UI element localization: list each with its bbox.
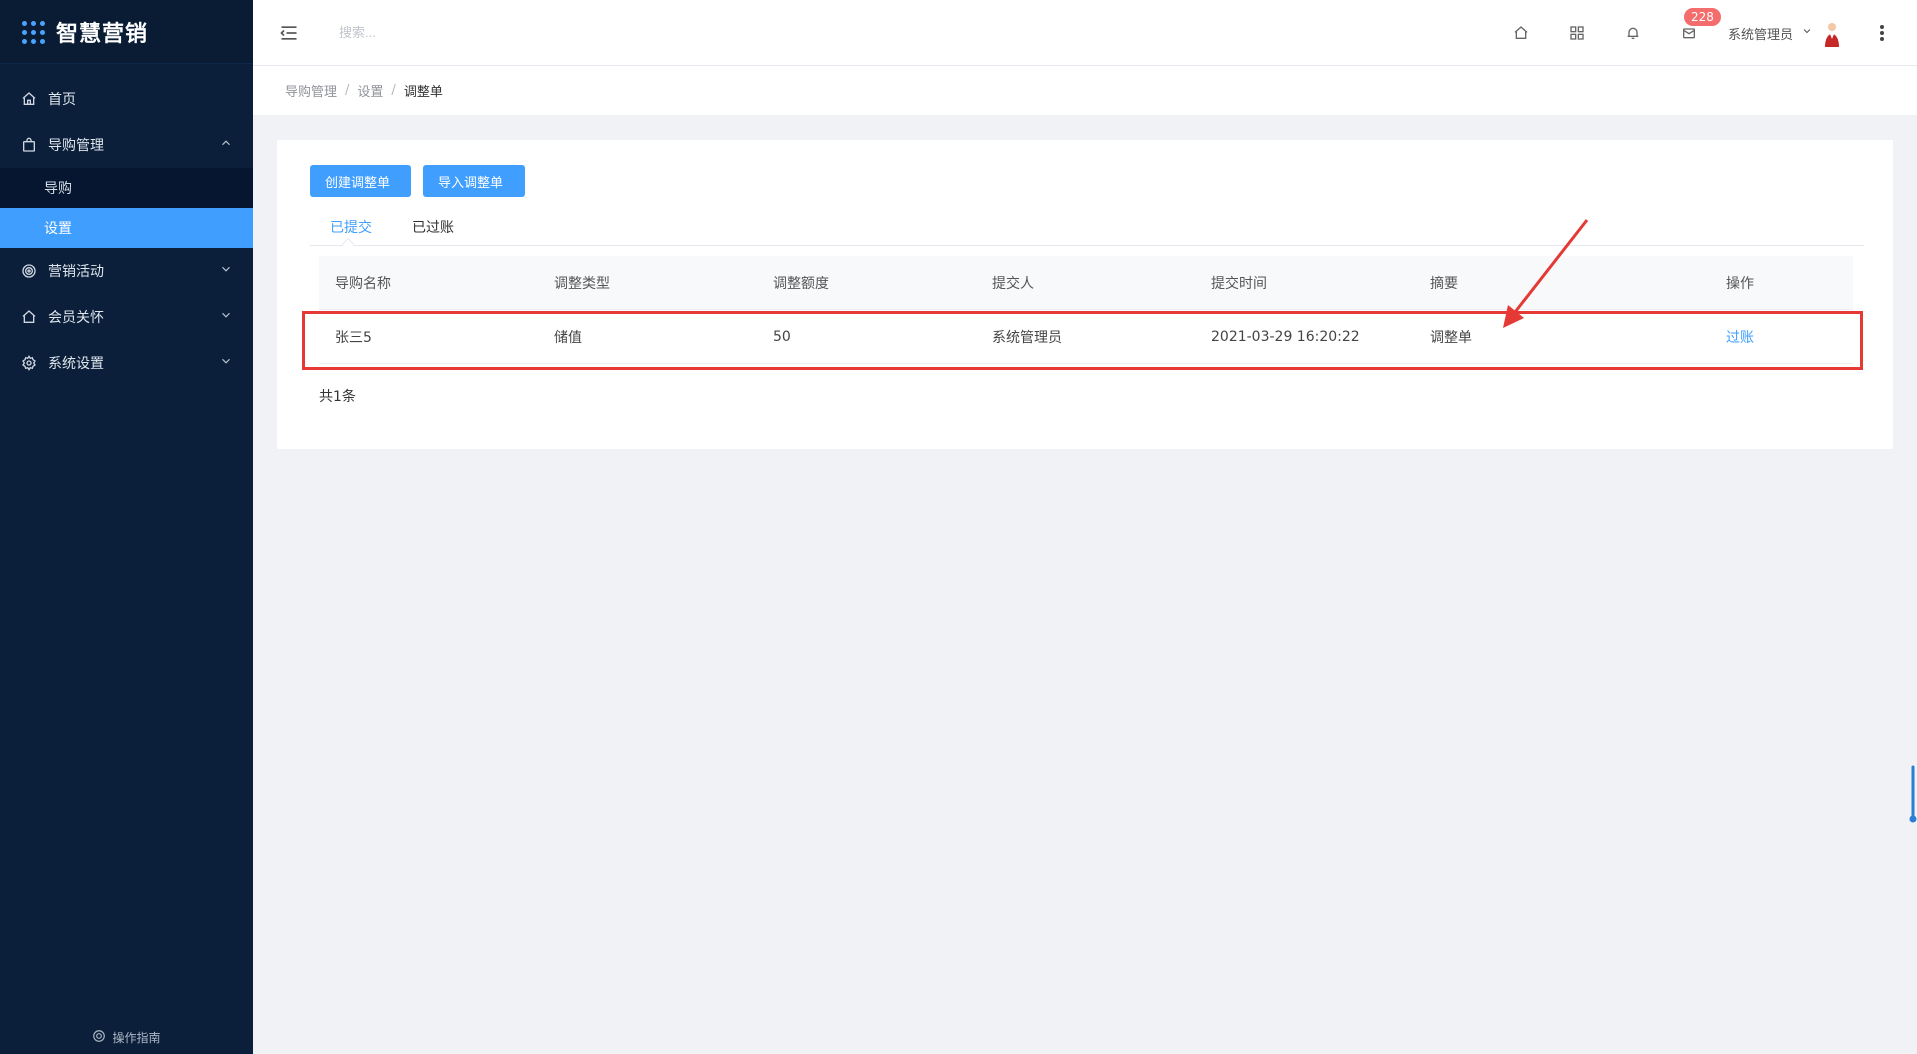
bell-icon[interactable] (1616, 16, 1650, 50)
menu-toggle-icon[interactable] (275, 19, 303, 47)
user-name: 系统管理员 (1727, 27, 1793, 43)
home-icon (20, 90, 38, 108)
user-menu[interactable]: 系统管理员 (1728, 19, 1843, 47)
column-header: 提交时间 (1211, 275, 1267, 292)
column-header: 摘要 (1430, 275, 1458, 292)
more-vertical-icon[interactable] (1865, 16, 1899, 50)
breadcrumb-item[interactable]: 设置 (357, 81, 383, 100)
sidebar-menu: 首页 导购管理 导购 设置 营销活动 会员关怀 系统设置 (0, 76, 253, 386)
cell-submitter: 系统管理员 (992, 329, 1062, 346)
sidebar-item-label: 系统设置 (48, 356, 104, 372)
column-header: 调整额度 (773, 275, 829, 292)
breadcrumb-current: 调整单 (403, 85, 443, 100)
submenu-guide-management: 导购 设置 (0, 168, 253, 248)
message-icon[interactable]: 228 (1672, 8, 1721, 50)
cell-type: 储值 (554, 329, 582, 346)
cell-name: 张三5 (335, 329, 372, 346)
breadcrumb: 导购管理 / 设置 / 调整单 (253, 66, 1917, 116)
column-header: 调整类型 (554, 275, 610, 292)
sidebar-item-marketing[interactable]: 营销活动 (0, 248, 253, 294)
gear-icon (20, 354, 38, 372)
target-icon (20, 262, 38, 280)
top-header: 228 系统管理员 (253, 0, 1917, 66)
column-header: 提交人 (992, 275, 1034, 292)
chevron-down-icon (219, 308, 233, 326)
sidebar-item-guide-management[interactable]: 导购管理 (0, 122, 253, 168)
grid-icon[interactable] (1560, 16, 1594, 50)
table-row: 张三5 储值 50 系统管理员 2021-03-29 16:20:22 调整单 … (319, 310, 1853, 364)
tab-posted[interactable]: 已过账 (392, 209, 474, 245)
adjustment-table: 导购名称 调整类型 调整额度 提交人 提交时间 摘要 操作 张三5 储值 50 … (319, 256, 1853, 364)
sidebar-item-label: 首页 (48, 92, 76, 108)
sidebar: 智慧营销 首页 导购管理 导购 设置 营销活动 会员关怀 系统设置 操作指南 (0, 0, 253, 1054)
sidebar-item-label: 导购管理 (48, 138, 104, 154)
home-icon (20, 308, 38, 326)
operation-guide-link[interactable]: 操作指南 (0, 1029, 253, 1046)
sidebar-item-label: 营销活动 (48, 264, 104, 280)
breadcrumb-separator: / (391, 83, 396, 98)
total-count: 共1条 (319, 389, 356, 405)
cell-time: 2021-03-29 16:20:22 (1211, 328, 1360, 345)
column-header: 操作 (1726, 275, 1754, 292)
status-tabs: 已提交 已过账 (310, 210, 1864, 246)
apps-grid-icon (22, 20, 45, 44)
tab-submitted[interactable]: 已提交 (310, 209, 392, 245)
create-adjustment-button[interactable]: 创建调整单 (310, 165, 411, 197)
notification-badge: 228 (1683, 8, 1721, 26)
table-header: 导购名称 调整类型 调整额度 提交人 提交时间 摘要 操作 (319, 256, 1853, 310)
app-title: 智慧营销 (56, 21, 149, 47)
logo[interactable]: 智慧营销 (0, 0, 253, 64)
post-link[interactable]: 过账 (1710, 327, 1853, 347)
home-icon[interactable] (1504, 16, 1538, 50)
breadcrumb-item[interactable]: 导购管理 (285, 81, 337, 100)
cell-summary: 调整单 (1430, 329, 1472, 346)
breadcrumb-separator: / (345, 83, 350, 98)
sidebar-item-system-settings[interactable]: 系统设置 (0, 340, 253, 386)
cell-amount: 50 (773, 328, 791, 345)
chevron-down-icon (1801, 25, 1813, 41)
column-header: 导购名称 (335, 275, 391, 292)
avatar[interactable] (1821, 19, 1843, 47)
scroll-indicator-icon[interactable] (1909, 765, 1917, 825)
bag-icon (20, 136, 38, 154)
help-circle-icon (92, 1029, 106, 1046)
search-input[interactable] (337, 16, 717, 49)
sidebar-subitem-label: 导购 (44, 181, 72, 197)
operation-guide-label: 操作指南 (112, 1031, 161, 1045)
sidebar-item-member-care[interactable]: 会员关怀 (0, 294, 253, 340)
chevron-down-icon (219, 354, 233, 372)
sidebar-item-home[interactable]: 首页 (0, 76, 253, 122)
import-adjustment-button[interactable]: 导入调整单 (423, 165, 525, 197)
chevron-down-icon (219, 262, 233, 280)
header-actions: 228 系统管理员 (1504, 0, 1899, 66)
sidebar-subitem-guide[interactable]: 导购 (0, 168, 253, 208)
adjustment-card: 创建调整单 导入调整单 已提交 已过账 导购名称 调整类型 调整额度 提交人 提… (277, 140, 1893, 449)
sidebar-subitem-settings[interactable]: 设置 (0, 208, 253, 248)
sidebar-item-label: 会员关怀 (48, 310, 104, 326)
sidebar-subitem-label: 设置 (44, 221, 72, 237)
chevron-up-icon (219, 136, 233, 154)
